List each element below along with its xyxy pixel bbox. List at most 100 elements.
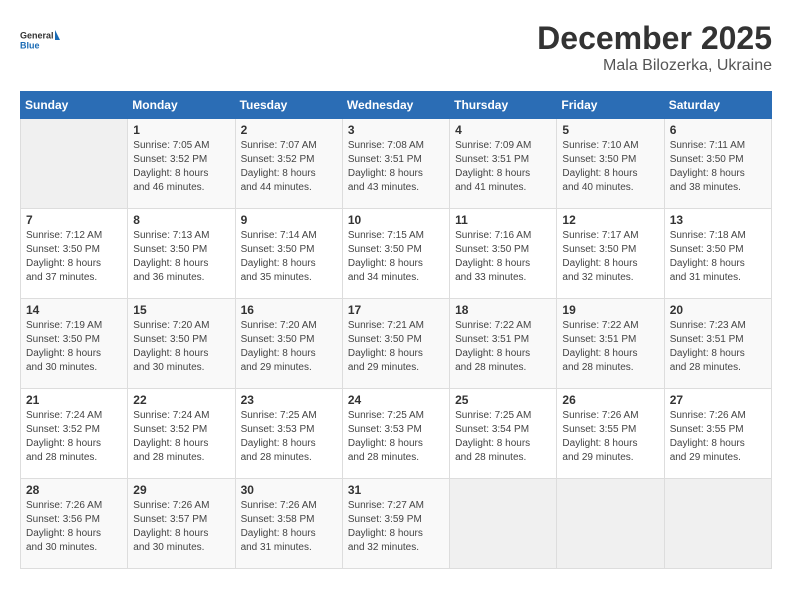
day-info: Sunrise: 7:12 AM Sunset: 3:50 PM Dayligh… (26, 229, 122, 285)
week-row-2: 7 Sunrise: 7:12 AM Sunset: 3:50 PM Dayli… (21, 209, 772, 299)
day-cell: 10 Sunrise: 7:15 AM Sunset: 3:50 PM Dayl… (342, 209, 449, 299)
day-info: Sunrise: 7:14 AM Sunset: 3:50 PM Dayligh… (241, 229, 337, 285)
day-number: 31 (348, 483, 444, 497)
day-info: Sunrise: 7:26 AM Sunset: 3:56 PM Dayligh… (26, 499, 122, 555)
day-info: Sunrise: 7:18 AM Sunset: 3:50 PM Dayligh… (670, 229, 766, 285)
day-number: 20 (670, 303, 766, 317)
day-cell (21, 119, 128, 209)
svg-text:General: General (20, 31, 54, 41)
day-cell: 23 Sunrise: 7:25 AM Sunset: 3:53 PM Dayl… (235, 389, 342, 479)
day-info: Sunrise: 7:22 AM Sunset: 3:51 PM Dayligh… (562, 319, 658, 375)
header-cell-saturday: Saturday (664, 92, 771, 119)
day-cell: 14 Sunrise: 7:19 AM Sunset: 3:50 PM Dayl… (21, 299, 128, 389)
day-info: Sunrise: 7:07 AM Sunset: 3:52 PM Dayligh… (241, 139, 337, 195)
day-number: 28 (26, 483, 122, 497)
day-number: 19 (562, 303, 658, 317)
day-cell: 16 Sunrise: 7:20 AM Sunset: 3:50 PM Dayl… (235, 299, 342, 389)
week-row-1: 1 Sunrise: 7:05 AM Sunset: 3:52 PM Dayli… (21, 119, 772, 209)
calendar-table: SundayMondayTuesdayWednesdayThursdayFrid… (20, 91, 772, 569)
day-cell: 6 Sunrise: 7:11 AM Sunset: 3:50 PM Dayli… (664, 119, 771, 209)
day-cell: 20 Sunrise: 7:23 AM Sunset: 3:51 PM Dayl… (664, 299, 771, 389)
day-info: Sunrise: 7:10 AM Sunset: 3:50 PM Dayligh… (562, 139, 658, 195)
day-info: Sunrise: 7:26 AM Sunset: 3:55 PM Dayligh… (670, 409, 766, 465)
day-cell: 22 Sunrise: 7:24 AM Sunset: 3:52 PM Dayl… (128, 389, 235, 479)
day-info: Sunrise: 7:11 AM Sunset: 3:50 PM Dayligh… (670, 139, 766, 195)
day-info: Sunrise: 7:26 AM Sunset: 3:58 PM Dayligh… (241, 499, 337, 555)
day-number: 18 (455, 303, 551, 317)
title-area: December 2025 Mala Bilozerka, Ukraine (537, 20, 772, 75)
day-info: Sunrise: 7:05 AM Sunset: 3:52 PM Dayligh… (133, 139, 229, 195)
day-cell: 29 Sunrise: 7:26 AM Sunset: 3:57 PM Dayl… (128, 479, 235, 569)
header-cell-wednesday: Wednesday (342, 92, 449, 119)
week-row-5: 28 Sunrise: 7:26 AM Sunset: 3:56 PM Dayl… (21, 479, 772, 569)
day-cell: 1 Sunrise: 7:05 AM Sunset: 3:52 PM Dayli… (128, 119, 235, 209)
day-number: 8 (133, 213, 229, 227)
week-row-4: 21 Sunrise: 7:24 AM Sunset: 3:52 PM Dayl… (21, 389, 772, 479)
month-title: December 2025 (537, 20, 772, 57)
day-number: 2 (241, 123, 337, 137)
day-cell: 7 Sunrise: 7:12 AM Sunset: 3:50 PM Dayli… (21, 209, 128, 299)
day-info: Sunrise: 7:09 AM Sunset: 3:51 PM Dayligh… (455, 139, 551, 195)
day-number: 26 (562, 393, 658, 407)
day-info: Sunrise: 7:23 AM Sunset: 3:51 PM Dayligh… (670, 319, 766, 375)
day-cell: 19 Sunrise: 7:22 AM Sunset: 3:51 PM Dayl… (557, 299, 664, 389)
header-cell-thursday: Thursday (450, 92, 557, 119)
day-info: Sunrise: 7:25 AM Sunset: 3:53 PM Dayligh… (348, 409, 444, 465)
day-number: 3 (348, 123, 444, 137)
day-cell: 2 Sunrise: 7:07 AM Sunset: 3:52 PM Dayli… (235, 119, 342, 209)
day-info: Sunrise: 7:24 AM Sunset: 3:52 PM Dayligh… (133, 409, 229, 465)
day-info: Sunrise: 7:22 AM Sunset: 3:51 PM Dayligh… (455, 319, 551, 375)
day-info: Sunrise: 7:25 AM Sunset: 3:54 PM Dayligh… (455, 409, 551, 465)
week-row-3: 14 Sunrise: 7:19 AM Sunset: 3:50 PM Dayl… (21, 299, 772, 389)
header-cell-tuesday: Tuesday (235, 92, 342, 119)
day-number: 30 (241, 483, 337, 497)
day-number: 17 (348, 303, 444, 317)
day-info: Sunrise: 7:27 AM Sunset: 3:59 PM Dayligh… (348, 499, 444, 555)
day-info: Sunrise: 7:24 AM Sunset: 3:52 PM Dayligh… (26, 409, 122, 465)
day-cell: 31 Sunrise: 7:27 AM Sunset: 3:59 PM Dayl… (342, 479, 449, 569)
day-cell (450, 479, 557, 569)
day-info: Sunrise: 7:16 AM Sunset: 3:50 PM Dayligh… (455, 229, 551, 285)
day-number: 25 (455, 393, 551, 407)
day-cell: 5 Sunrise: 7:10 AM Sunset: 3:50 PM Dayli… (557, 119, 664, 209)
day-info: Sunrise: 7:26 AM Sunset: 3:57 PM Dayligh… (133, 499, 229, 555)
day-cell: 21 Sunrise: 7:24 AM Sunset: 3:52 PM Dayl… (21, 389, 128, 479)
day-number: 16 (241, 303, 337, 317)
day-cell: 9 Sunrise: 7:14 AM Sunset: 3:50 PM Dayli… (235, 209, 342, 299)
header: General Blue December 2025 Mala Bilozerk… (20, 20, 772, 75)
day-number: 24 (348, 393, 444, 407)
day-cell: 8 Sunrise: 7:13 AM Sunset: 3:50 PM Dayli… (128, 209, 235, 299)
day-info: Sunrise: 7:19 AM Sunset: 3:50 PM Dayligh… (26, 319, 122, 375)
day-cell: 30 Sunrise: 7:26 AM Sunset: 3:58 PM Dayl… (235, 479, 342, 569)
day-number: 13 (670, 213, 766, 227)
subtitle: Mala Bilozerka, Ukraine (537, 57, 772, 75)
day-cell: 27 Sunrise: 7:26 AM Sunset: 3:55 PM Dayl… (664, 389, 771, 479)
day-info: Sunrise: 7:08 AM Sunset: 3:51 PM Dayligh… (348, 139, 444, 195)
day-number: 1 (133, 123, 229, 137)
logo: General Blue (20, 20, 60, 60)
day-info: Sunrise: 7:25 AM Sunset: 3:53 PM Dayligh… (241, 409, 337, 465)
day-info: Sunrise: 7:17 AM Sunset: 3:50 PM Dayligh… (562, 229, 658, 285)
day-cell: 26 Sunrise: 7:26 AM Sunset: 3:55 PM Dayl… (557, 389, 664, 479)
day-cell: 12 Sunrise: 7:17 AM Sunset: 3:50 PM Dayl… (557, 209, 664, 299)
day-number: 10 (348, 213, 444, 227)
day-info: Sunrise: 7:26 AM Sunset: 3:55 PM Dayligh… (562, 409, 658, 465)
header-cell-monday: Monday (128, 92, 235, 119)
day-number: 22 (133, 393, 229, 407)
header-cell-sunday: Sunday (21, 92, 128, 119)
day-number: 11 (455, 213, 551, 227)
day-number: 21 (26, 393, 122, 407)
day-info: Sunrise: 7:20 AM Sunset: 3:50 PM Dayligh… (133, 319, 229, 375)
day-cell: 15 Sunrise: 7:20 AM Sunset: 3:50 PM Dayl… (128, 299, 235, 389)
header-row: SundayMondayTuesdayWednesdayThursdayFrid… (21, 92, 772, 119)
day-info: Sunrise: 7:13 AM Sunset: 3:50 PM Dayligh… (133, 229, 229, 285)
day-cell: 24 Sunrise: 7:25 AM Sunset: 3:53 PM Dayl… (342, 389, 449, 479)
day-number: 23 (241, 393, 337, 407)
day-number: 12 (562, 213, 658, 227)
day-cell: 25 Sunrise: 7:25 AM Sunset: 3:54 PM Dayl… (450, 389, 557, 479)
day-info: Sunrise: 7:15 AM Sunset: 3:50 PM Dayligh… (348, 229, 444, 285)
day-number: 27 (670, 393, 766, 407)
day-info: Sunrise: 7:20 AM Sunset: 3:50 PM Dayligh… (241, 319, 337, 375)
day-cell: 18 Sunrise: 7:22 AM Sunset: 3:51 PM Dayl… (450, 299, 557, 389)
logo-svg: General Blue (20, 20, 60, 60)
